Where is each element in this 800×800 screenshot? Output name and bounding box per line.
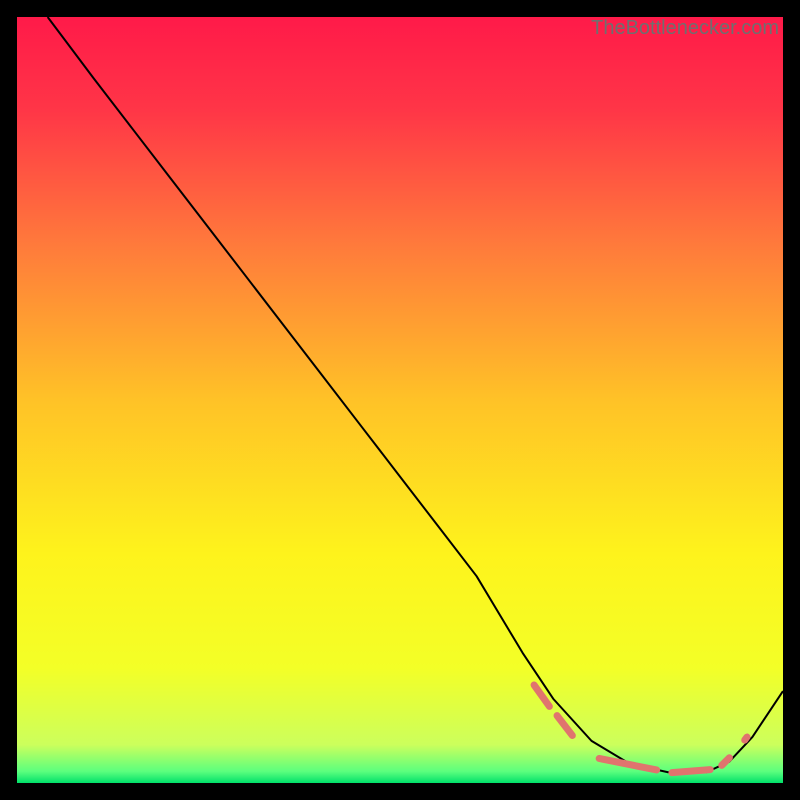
- chart-background: [17, 17, 783, 783]
- chart-frame: TheBottlenecker.com: [17, 17, 783, 783]
- highlight-segment: [745, 737, 747, 740]
- bottleneck-chart: [17, 17, 783, 783]
- watermark-text: TheBottlenecker.com: [591, 17, 779, 40]
- highlight-segment: [672, 770, 710, 773]
